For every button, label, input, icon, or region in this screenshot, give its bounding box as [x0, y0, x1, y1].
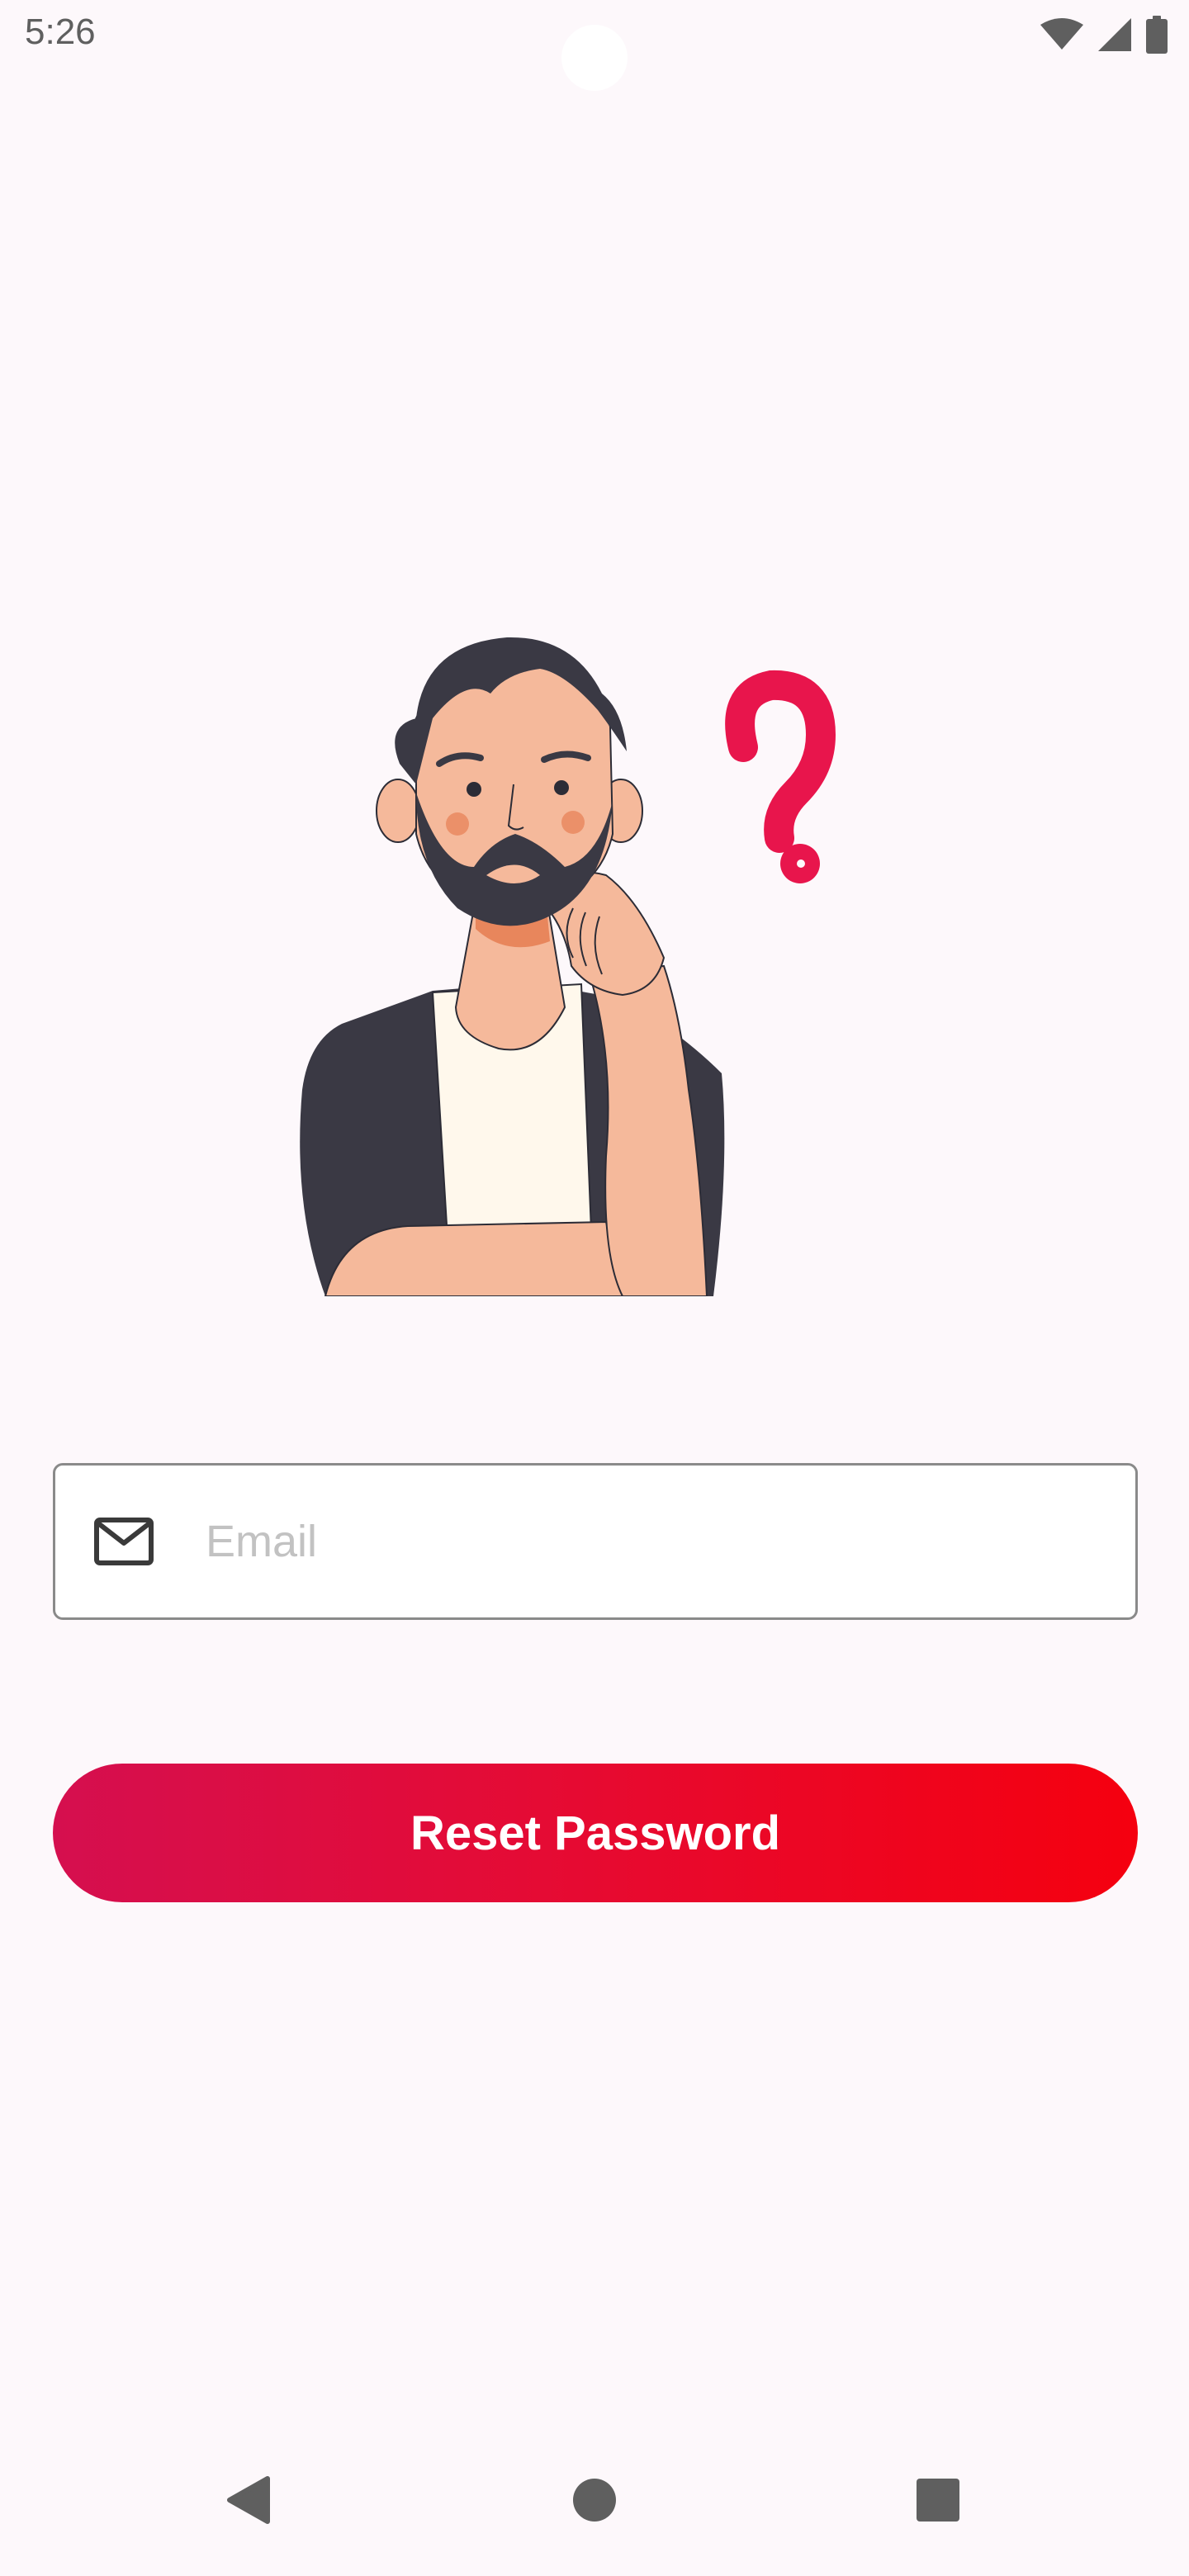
thinking-man-illustration: [292, 627, 854, 1296]
email-field[interactable]: [53, 1463, 1138, 1620]
back-button[interactable]: [206, 2460, 289, 2543]
status-time: 5:26: [25, 12, 96, 52]
home-icon: [572, 2478, 617, 2526]
battery-icon: [1146, 16, 1168, 54]
home-button[interactable]: [553, 2460, 636, 2543]
reset-password-button[interactable]: Reset Password: [53, 1764, 1138, 1902]
recents-icon: [916, 2478, 960, 2526]
reset-password-label: Reset Password: [410, 1806, 781, 1860]
camera-cutout: [561, 25, 628, 91]
cellular-signal-icon: [1097, 17, 1133, 53]
status-icons: [1040, 15, 1168, 54]
wifi-icon: [1040, 18, 1083, 51]
recents-button[interactable]: [897, 2460, 979, 2543]
mail-icon: [93, 1517, 154, 1566]
back-icon: [225, 2475, 271, 2529]
navigation-bar: [0, 2460, 1189, 2559]
status-bar: 5:26: [0, 0, 1189, 91]
email-input[interactable]: [206, 1466, 1114, 1617]
